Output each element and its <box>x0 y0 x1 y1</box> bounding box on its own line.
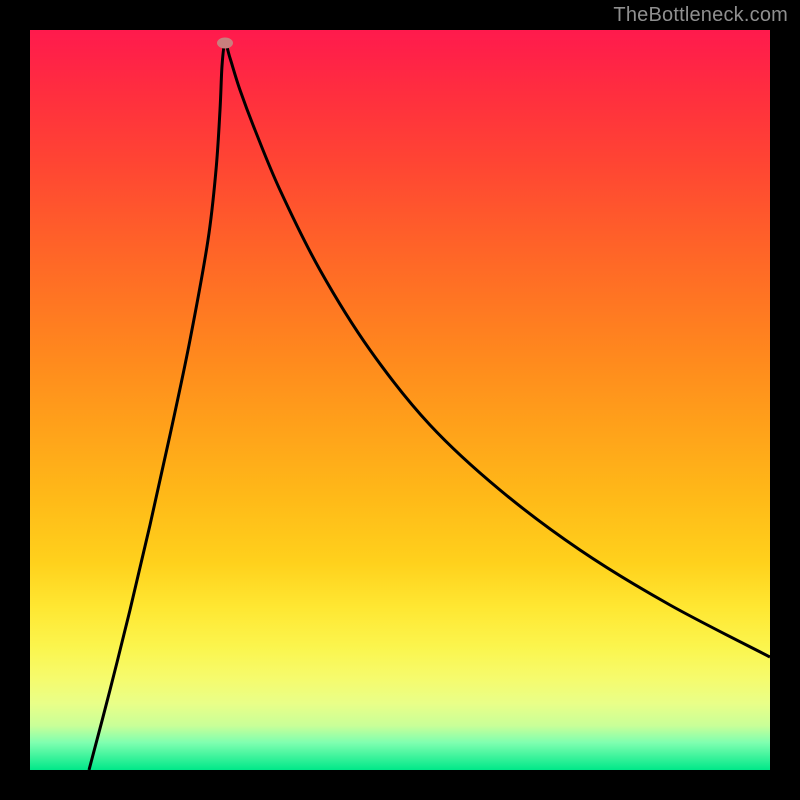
bottleneck-curve <box>30 30 770 770</box>
watermark-text: TheBottleneck.com <box>613 4 788 27</box>
minimum-marker <box>217 38 233 49</box>
plot-area <box>30 30 770 770</box>
chart-frame: TheBottleneck.com <box>0 0 800 800</box>
